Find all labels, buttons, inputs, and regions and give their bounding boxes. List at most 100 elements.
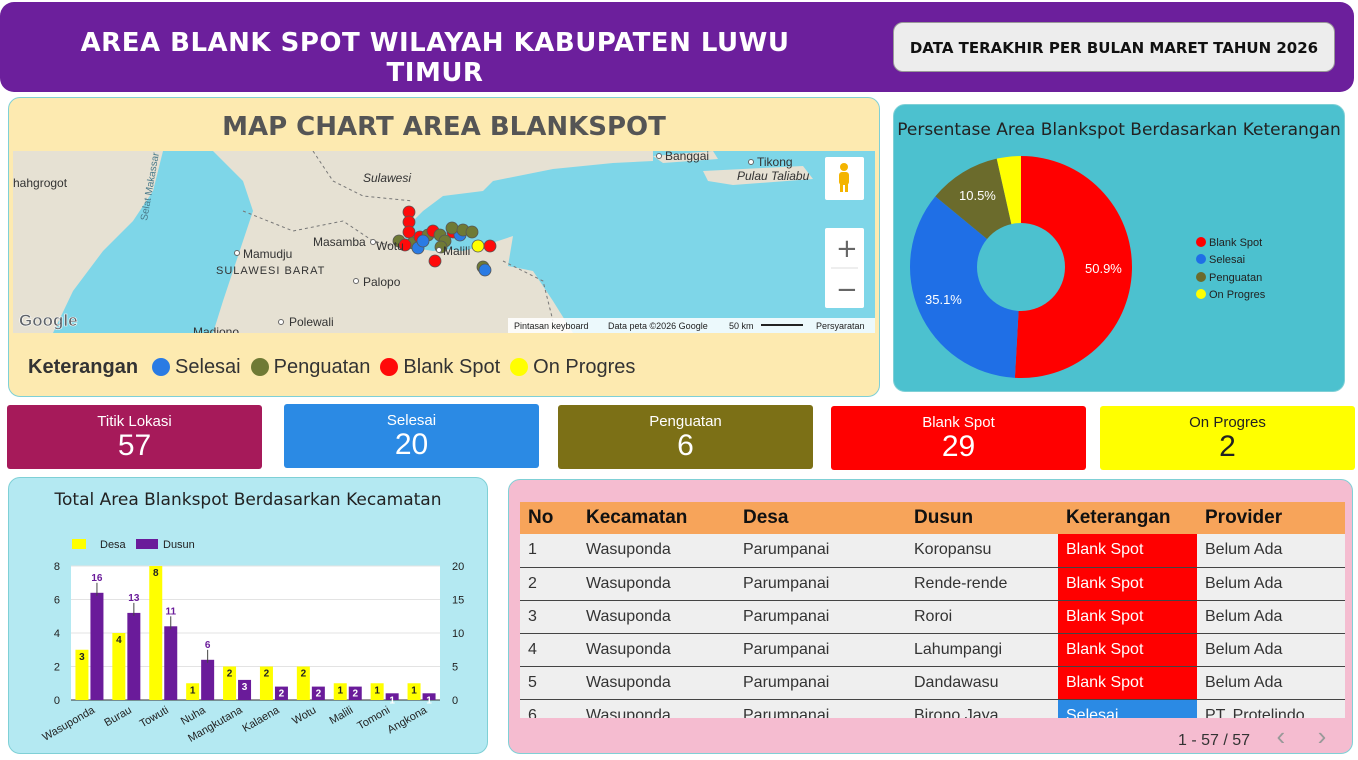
data-label-dusun: 6 — [205, 640, 211, 651]
bar-chart[interactable]: Desa Dusun 0246805101520316Wasuponda413B… — [8, 525, 488, 754]
kpi-value: 6 — [677, 429, 694, 462]
legend-dot-icon — [250, 358, 269, 376]
data-label-dusun: 2 — [316, 689, 322, 700]
bar-desa — [149, 566, 163, 700]
y-tick-left: 4 — [54, 628, 60, 640]
data-label-desa: 3 — [79, 652, 85, 663]
map-view[interactable]: hahgrogot Selat Makassar Sulawesi Bangga… — [13, 151, 875, 333]
update-info-box: DATA TERAKHIR PER BULAN MARET TAHUN 2026 — [893, 22, 1335, 72]
table-cell: Parumpanai — [735, 600, 906, 634]
map-label: Masamba — [313, 235, 366, 249]
map-marker[interactable] — [465, 225, 479, 239]
data-label-desa: 1 — [337, 685, 343, 696]
kpi-titik-lokasi: Titik Lokasi 57 — [7, 405, 262, 469]
map-marker[interactable] — [445, 221, 459, 235]
table-row[interactable]: 6 Wasuponda Parumpanai Birono Jaya Selesai PT… — [520, 699, 1345, 718]
pie-legend-dot-icon — [1196, 254, 1206, 264]
data-label-desa: 2 — [301, 669, 307, 680]
x-tick-label: Kalaena — [240, 704, 282, 735]
x-tick-label: Burau — [102, 704, 133, 729]
prev-page-button[interactable]: ‹ — [1277, 721, 1286, 751]
data-label-desa: 1 — [411, 685, 417, 696]
map-label: Tikong — [757, 155, 793, 169]
legend-dot-icon — [380, 358, 399, 376]
table-cell: Wasuponda — [578, 600, 735, 634]
table-cell: Blank Spot — [1058, 567, 1197, 601]
data-label-dusun: 2 — [279, 689, 285, 700]
table-row[interactable]: 5 Wasuponda Parumpanai Dandawasu Blank Spot B… — [520, 666, 1345, 700]
table-cell: Blank Spot — [1058, 633, 1197, 667]
table-cell: 1 — [520, 534, 578, 568]
map-label: Polewali — [289, 315, 334, 329]
y-tick-left: 2 — [54, 662, 60, 674]
attribution-shortcuts-link[interactable]: Pintasan keyboard — [514, 321, 589, 331]
table-cell: Rende-rende — [906, 567, 1058, 601]
kpi-label: Selesai — [386, 412, 437, 429]
table-cell: Birono Jaya — [906, 699, 1058, 718]
google-logo: Google — [19, 311, 78, 330]
attribution-terms-link[interactable]: Persyaratan — [816, 321, 865, 331]
table-cell: Blank Spot — [1058, 600, 1197, 634]
column-header[interactable]: Dusun — [906, 502, 1058, 534]
table-cell: Parumpanai — [735, 666, 906, 700]
data-label-dusun: 16 — [91, 573, 103, 584]
map-marker[interactable] — [478, 263, 492, 277]
y-tick-left: 0 — [54, 695, 60, 707]
column-header[interactable]: No — [520, 502, 578, 534]
table-cell: Parumpanai — [735, 699, 906, 718]
data-label-dusun: 13 — [128, 593, 140, 604]
map-marker[interactable] — [416, 234, 430, 248]
column-header[interactable]: Provider — [1197, 502, 1345, 534]
legend-dot-icon — [510, 358, 529, 376]
data-table: No Kecamatan Desa Dusun Keterangan Provider 1… — [520, 502, 1345, 718]
zoom-in-button[interactable]: + — [836, 234, 858, 264]
table-row[interactable]: 1 Wasuponda Parumpanai Koropansu Blank Spot B… — [520, 534, 1345, 568]
map-marker[interactable] — [483, 239, 497, 253]
table-cell: Belum Ada — [1197, 534, 1345, 568]
pie-slice-label: 35.1% — [925, 292, 962, 307]
column-header[interactable]: Kecamatan — [578, 502, 735, 534]
map-marker[interactable] — [402, 225, 416, 239]
bar-dusun — [127, 612, 141, 700]
zoom-out-button[interactable]: − — [836, 275, 858, 305]
map-label: Malili — [443, 244, 470, 258]
table-cell: Belum Ada — [1197, 666, 1345, 700]
table-row[interactable]: 4 Wasuponda Parumpanai Lahumpangi Blank Spot… — [520, 633, 1345, 667]
pie-title: Persentase Area Blankspot Berdasarkan Ke… — [897, 120, 1341, 140]
x-tick-label: Malili — [328, 704, 356, 727]
map-marker[interactable] — [471, 239, 485, 253]
data-label-desa: 2 — [227, 669, 233, 680]
pie-legend-label: Blank Spot — [1209, 237, 1262, 249]
column-header[interactable]: Desa — [735, 502, 906, 534]
kpi-selesai: Selesai 20 — [284, 404, 539, 468]
legend-item-blank-spot: Blank Spot — [380, 356, 500, 379]
data-label-desa: 8 — [153, 568, 159, 579]
x-tick-label: Wotu — [290, 704, 318, 727]
table-cell: Parumpanai — [735, 633, 906, 667]
table-cell: Belum Ada — [1197, 633, 1345, 667]
map-canvas[interactable]: hahgrogot Selat Makassar Sulawesi Bangga… — [13, 151, 875, 333]
table-row[interactable]: 3 Wasuponda Parumpanai Roroi Blank Spot Belum… — [520, 600, 1345, 634]
pie-chart[interactable]: 50.9% 35.1% 10.5% Blank Spot Selesai Pen… — [893, 140, 1345, 390]
next-page-button[interactable]: › — [1318, 721, 1327, 751]
legend-label: Blank Spot — [403, 355, 501, 378]
legend-dot-icon — [152, 358, 171, 376]
table-row[interactable]: 2 Wasuponda Parumpanai Rende-rende Blank Spo… — [520, 567, 1345, 601]
page-title: AREA BLANK SPOT WILAYAH KABUPATEN LUWU T… — [80, 28, 790, 88]
pie-slice-label: 10.5% — [959, 188, 996, 203]
x-tick-label: Angkona — [385, 704, 429, 737]
bar-dusun — [201, 659, 215, 700]
table-cell: Selesai — [1058, 699, 1197, 718]
table-cell: Koropansu — [906, 534, 1058, 568]
pie-legend-label: Penguatan — [1209, 272, 1262, 284]
pie-legend-dot-icon — [1196, 289, 1206, 299]
y-tick-right: 0 — [452, 695, 458, 707]
data-table-scroll[interactable]: No Kecamatan Desa Dusun Keterangan Provider 1… — [520, 502, 1345, 718]
column-header[interactable]: Keterangan — [1058, 502, 1197, 534]
pie-legend-label: On Progres — [1209, 289, 1266, 301]
bar-dusun — [90, 592, 104, 700]
legend-item-penguatan: Penguatan — [250, 356, 370, 379]
bar-title: Total Area Blankspot Berdasarkan Kecamat… — [54, 490, 442, 510]
map-marker[interactable] — [428, 254, 442, 268]
kpi-on-progres: On Progres 2 — [1100, 406, 1355, 470]
